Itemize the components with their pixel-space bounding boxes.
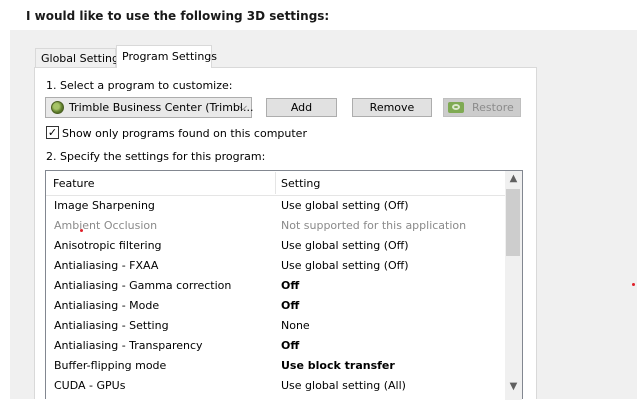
feature-cell: CUDA - GPUs <box>54 379 126 392</box>
setting-cell[interactable]: Use global setting (Off) <box>281 259 409 272</box>
table-row[interactable]: Antialiasing - Transparency Off <box>46 336 505 356</box>
setting-cell[interactable]: Use global setting (Off) <box>281 199 409 212</box>
restore-button-label: Restore <box>472 101 514 114</box>
program-icon <box>51 101 64 114</box>
setting-cell[interactable]: Off <box>281 299 299 312</box>
table-row[interactable]: Anisotropic filtering Use global setting… <box>46 236 505 256</box>
table-row[interactable]: CUDA - GPUs Use global setting (All) <box>46 376 505 396</box>
scroll-down-icon[interactable]: ▼ <box>505 381 522 392</box>
table-row[interactable]: Antialiasing - Gamma correction Off <box>46 276 505 296</box>
table-row: Ambient Occlusion Not supported for this… <box>46 216 505 236</box>
feature-cell: Antialiasing - Mode <box>54 299 160 312</box>
feature-cell: Antialiasing - Setting <box>54 319 169 332</box>
column-header-setting[interactable]: Setting <box>281 177 320 190</box>
tab-program-settings[interactable]: Program Settings <box>116 45 217 68</box>
restore-button[interactable]: Restore <box>443 98 521 117</box>
scrollbar-thumb[interactable] <box>506 189 520 256</box>
show-only-checkbox[interactable]: ✓ <box>46 126 59 139</box>
step1-label: 1. Select a program to customize: <box>46 79 233 92</box>
feature-cell: Anisotropic filtering <box>54 239 162 252</box>
settings-grid: Feature Setting Image Sharpening Use glo… <box>45 170 523 400</box>
vertical-scrollbar[interactable]: ▲ ▼ <box>505 171 522 400</box>
step2-label: 2. Specify the settings for this program… <box>46 150 266 163</box>
table-row[interactable]: Antialiasing - Setting None <box>46 316 505 336</box>
red-marker-dot <box>632 283 635 286</box>
table-row[interactable]: Antialiasing - Mode Off <box>46 296 505 316</box>
setting-cell: Not supported for this application <box>281 219 467 232</box>
feature-cell: Antialiasing - FXAA <box>54 259 159 272</box>
nvidia-icon <box>448 102 464 113</box>
show-only-label[interactable]: Show only programs found on this compute… <box>62 127 307 140</box>
feature-cell: Antialiasing - Gamma correction <box>54 279 232 292</box>
scroll-up-icon[interactable]: ▲ <box>505 173 522 184</box>
feature-cell: Ambient Occlusion <box>54 219 158 232</box>
chevron-down-icon[interactable]: ⌵ <box>239 100 247 114</box>
red-marker-dot <box>80 229 83 232</box>
program-select[interactable]: Trimble Business Center (Trimbl... ⌵ <box>45 97 254 118</box>
table-row[interactable]: Antialiasing - FXAA Use global setting (… <box>46 256 505 276</box>
setting-cell[interactable]: Off <box>281 339 299 352</box>
program-select-value: Trimble Business Center (Trimbl... <box>69 101 254 114</box>
table-row[interactable]: Image Sharpening Use global setting (Off… <box>46 196 505 216</box>
add-button[interactable]: Add <box>266 98 337 117</box>
setting-cell[interactable]: Use global setting (Off) <box>281 239 409 252</box>
settings-heading: I would like to use the following 3D set… <box>26 9 330 23</box>
feature-cell: Buffer-flipping mode <box>54 359 167 372</box>
feature-cell: Image Sharpening <box>54 199 155 212</box>
tab-global-settings[interactable]: Global Settings <box>35 48 125 67</box>
remove-button[interactable]: Remove <box>352 98 432 117</box>
feature-cell: Antialiasing - Transparency <box>54 339 203 352</box>
column-separator[interactable] <box>275 172 276 194</box>
setting-cell[interactable]: Use block transfer <box>281 359 395 372</box>
table-row[interactable]: Buffer-flipping mode Use block transfer <box>46 356 505 376</box>
setting-cell[interactable]: Use global setting (All) <box>281 379 406 392</box>
setting-cell[interactable]: Off <box>281 279 299 292</box>
column-header-feature[interactable]: Feature <box>53 177 95 190</box>
setting-cell[interactable]: None <box>281 319 310 332</box>
grid-header: Feature Setting <box>46 171 505 196</box>
